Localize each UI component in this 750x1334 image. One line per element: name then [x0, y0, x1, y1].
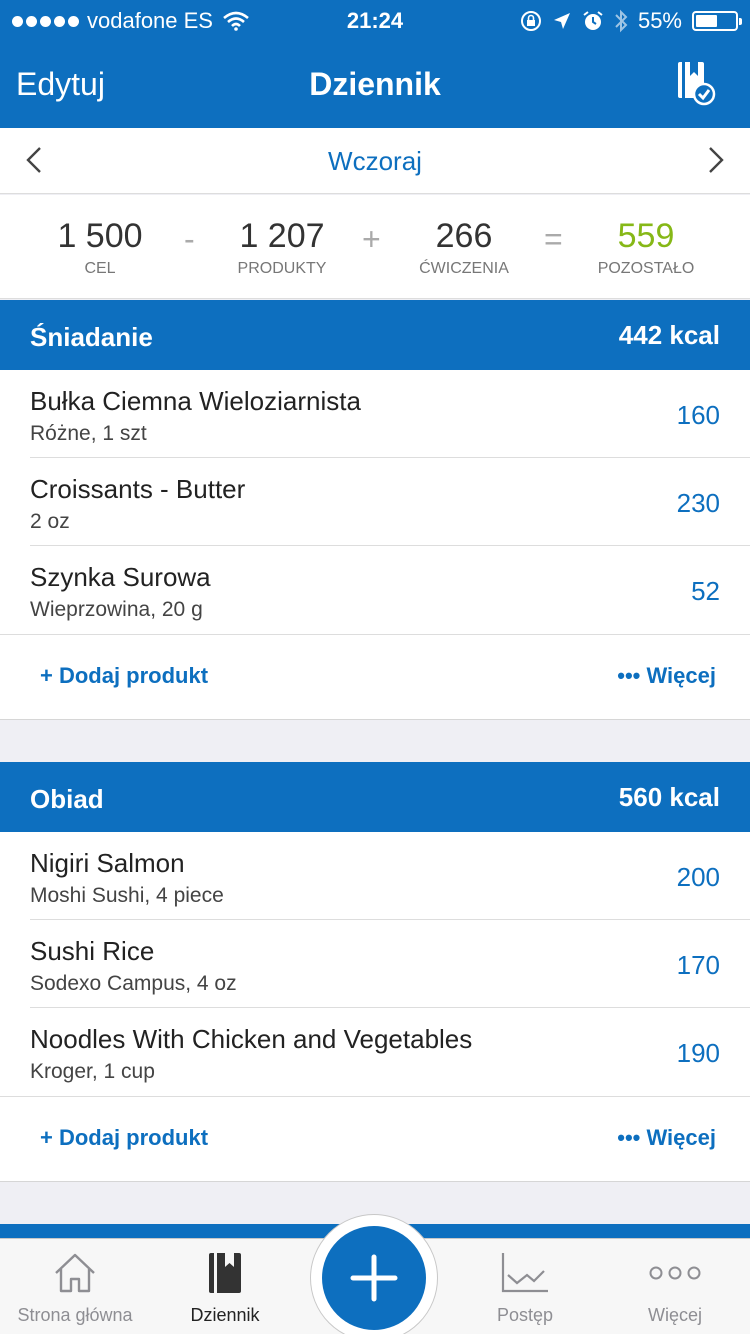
exercise-value: 266: [435, 217, 493, 255]
meal-actions-breakfast: + Dodaj produkt ••• Więcej: [0, 634, 750, 720]
meal-header-breakfast[interactable]: Śniadanie 442 kcal: [0, 300, 750, 370]
diary-book-icon: [209, 1253, 241, 1293]
meal-name: Śniadanie: [30, 322, 153, 352]
meal-kcal: 560 kcal: [618, 782, 720, 812]
progress-chart-icon: [501, 1253, 548, 1293]
food-calories: 200: [676, 862, 720, 892]
date-label[interactable]: Wczoraj: [0, 146, 750, 177]
meal-actions-lunch: + Dodaj produkt ••• Więcej: [0, 1096, 750, 1182]
tab-progress-label: Postęp: [496, 1305, 554, 1325]
food-entry[interactable]: Croissants - Butter 2 oz 230: [0, 458, 750, 546]
location-icon: [553, 13, 570, 29]
remaining-cell: 559 POZOSTAŁO: [586, 217, 706, 278]
food-name: Nigiri Salmon: [30, 848, 185, 878]
home-icon: [55, 1253, 95, 1293]
add-food-button[interactable]: + Dodaj produkt: [40, 1125, 208, 1151]
food-entry[interactable]: Szynka Surowa Wieprzowina, 20 g 52: [0, 546, 750, 634]
plus-operator: +: [362, 221, 381, 257]
status-bar: vodafone ES 21:24 55%: [0, 0, 750, 40]
food-serving: Sodexo Campus, 4 oz: [30, 972, 237, 995]
add-food-button[interactable]: + Dodaj produkt: [40, 663, 208, 689]
navigation-bar: Edytuj Dziennik: [0, 40, 750, 128]
battery-icon: [692, 11, 742, 31]
remaining-value: 559: [617, 217, 675, 255]
diary-complete-icon[interactable]: [676, 60, 716, 106]
tab-diary[interactable]: Dziennik: [150, 1249, 300, 1326]
alarm-icon: [583, 11, 603, 30]
food-entry[interactable]: Nigiri Salmon Moshi Sushi, 4 piece 200: [0, 832, 750, 920]
food-name: Noodles With Chicken and Vegetables: [30, 1024, 473, 1054]
food-entry[interactable]: Sushi Rice Sodexo Campus, 4 oz 170: [0, 920, 750, 1008]
calorie-summary: 1 500 CEL - 1 207 PRODUKTY + 266 ĆWICZEN…: [0, 195, 750, 299]
food-calories: 52: [691, 576, 720, 606]
meal-name: Obiad: [30, 784, 104, 814]
food-calories: 160: [676, 400, 720, 430]
food-serving: Kroger, 1 cup: [30, 1060, 155, 1083]
tab-more[interactable]: Więcej: [600, 1249, 750, 1326]
goal-cell: 1 500 CEL: [40, 217, 160, 278]
rotation-lock-icon: [520, 11, 541, 31]
date-selector: Wczoraj: [0, 128, 750, 194]
chevron-right-icon: [709, 147, 724, 173]
tab-home-label: Strona główna: [17, 1305, 133, 1325]
food-value: 1 207: [239, 217, 325, 255]
food-serving: Różne, 1 szt: [30, 422, 147, 445]
tab-diary-label: Dziennik: [190, 1305, 260, 1325]
bluetooth-icon: [615, 9, 628, 33]
exercise-label: ĆWICZENIA: [419, 260, 509, 277]
food-name: Szynka Surowa: [30, 562, 211, 592]
meal-kcal: 442 kcal: [618, 320, 720, 350]
goal-label: CEL: [84, 260, 116, 277]
food-name: Bułka Ciemna Wieloziarnista: [30, 386, 361, 416]
food-entry[interactable]: Bułka Ciemna Wieloziarnista Różne, 1 szt…: [0, 370, 750, 458]
food-name: Croissants - Butter: [30, 474, 246, 504]
goal-value: 1 500: [57, 217, 143, 255]
food-entry[interactable]: Noodles With Chicken and Vegetables Krog…: [0, 1008, 750, 1096]
quick-add-button[interactable]: [322, 1226, 426, 1330]
food-calories: 170: [676, 950, 720, 980]
tab-progress[interactable]: Postęp: [450, 1249, 600, 1326]
page-title: Dziennik: [309, 66, 441, 102]
exercise-cell: 266 ĆWICZENIA: [404, 217, 524, 278]
meal-header-lunch[interactable]: Obiad 560 kcal: [0, 762, 750, 832]
more-dots-icon: [649, 1266, 701, 1280]
food-cell: 1 207 PRODUKTY: [222, 217, 342, 278]
battery-percent: 55%: [637, 8, 682, 33]
food-serving: Wieprzowina, 20 g: [30, 598, 203, 621]
more-button[interactable]: ••• Więcej: [617, 663, 716, 689]
remaining-label: POZOSTAŁO: [597, 260, 695, 277]
food-label: PRODUKTY: [237, 260, 327, 277]
food-serving: 2 oz: [30, 510, 70, 533]
food-name: Sushi Rice: [30, 936, 155, 966]
plus-icon: [350, 1254, 398, 1302]
more-button[interactable]: ••• Więcej: [617, 1125, 716, 1151]
equals-operator: =: [544, 221, 563, 257]
tab-home[interactable]: Strona główna: [0, 1249, 150, 1326]
minus-operator: -: [184, 221, 195, 257]
food-calories: 230: [676, 488, 720, 518]
tab-more-label: Więcej: [647, 1305, 702, 1325]
next-day-button[interactable]: [698, 142, 734, 178]
food-calories: 190: [676, 1038, 720, 1068]
food-serving: Moshi Sushi, 4 piece: [30, 884, 224, 907]
